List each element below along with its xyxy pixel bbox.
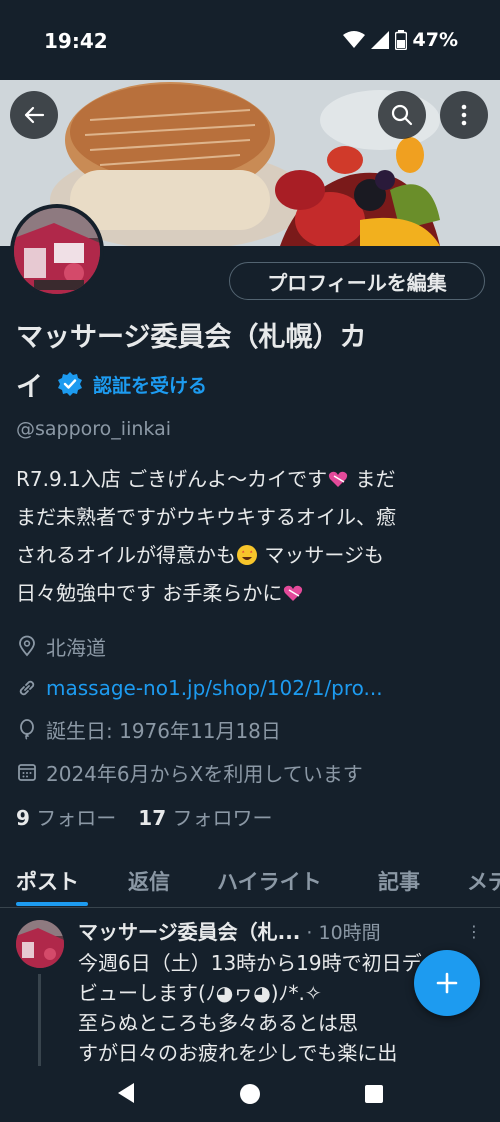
plus-icon (436, 972, 458, 994)
tab-posts[interactable]: ポスト (16, 866, 79, 896)
tab-replies[interactable]: 返信 (128, 866, 170, 896)
joined-row: 2024年6月からXを利用しています (16, 755, 363, 789)
search-icon (391, 104, 413, 126)
nav-back-icon[interactable] (116, 1082, 136, 1104)
following-count: 9 (16, 806, 30, 830)
star-struck-icon (237, 545, 257, 565)
status-time: 19:42 (44, 29, 108, 53)
bio-line-2: まだ未熟者ですがウキウキするオイル、癒 (16, 505, 396, 529)
following-link[interactable]: 9 フォロー (16, 802, 116, 831)
post-more-icon[interactable]: ⋮ (466, 922, 482, 941)
location-text: 北海道 (46, 635, 106, 660)
wifi-icon (342, 31, 365, 48)
website-link[interactable]: massage-no1.jp/shop/102/1/pro... (46, 676, 383, 700)
active-tab-indicator (16, 902, 88, 906)
bio-line-4: 日々勉強中です お手柔らかに (16, 581, 283, 605)
verified-badge-icon (58, 372, 82, 396)
bio-line-3b: マッサージも (258, 543, 384, 567)
arrow-left-icon (24, 106, 45, 124)
signal-icon (370, 31, 389, 49)
birthday-row: 誕生日: 1976年11月18日 (16, 712, 281, 746)
edit-profile-button[interactable]: プロフィールを編集 (229, 262, 485, 300)
calendar-icon (18, 764, 36, 781)
birthday-text: 誕生日: 1976年11月18日 (46, 718, 281, 743)
nav-home-icon[interactable] (240, 1084, 260, 1104)
more-vertical-icon (461, 104, 467, 126)
joined-text: 2024年6月からXを利用しています (46, 761, 363, 786)
post-header: マッサージ委員会（札... · 10時間 (78, 916, 458, 945)
sparkling-hearts-icon (284, 585, 303, 601)
bio-line-1: R7.9.1入店 ごきげんよ〜カイです (16, 467, 328, 491)
post-author[interactable]: マッサージ委員会（札... (78, 916, 300, 945)
profile-name-cont: イ (16, 371, 43, 403)
link-icon (19, 680, 35, 696)
followers-count: 17 (138, 806, 167, 830)
followers-label: フォロワー (172, 806, 273, 830)
profile-tabs: ポスト 返信 ハイライト 記事 メデ (0, 856, 500, 908)
verify-row: イ 認証を受ける (16, 364, 207, 404)
website-row: massage-no1.jp/shop/102/1/pro... (16, 671, 383, 705)
sparkling-hearts-icon (329, 471, 348, 487)
compose-button[interactable] (414, 950, 480, 1016)
profile-name: マッサージ委員会（札幌）カ (16, 322, 367, 353)
search-button[interactable] (378, 91, 426, 139)
back-button[interactable] (10, 91, 58, 139)
system-nav-bar (0, 1066, 500, 1122)
bio-line-3: されるオイルが得意かも (16, 543, 236, 567)
more-button[interactable] (440, 91, 488, 139)
nav-recents-icon[interactable] (365, 1085, 383, 1103)
post-time: · 10時間 (306, 922, 381, 944)
profile-avatar[interactable] (10, 204, 104, 298)
follow-stats: 9 フォロー 17 フォロワー (16, 802, 272, 831)
tab-articles[interactable]: 記事 (378, 866, 420, 896)
status-bar: 19:42 47% (0, 0, 500, 80)
followers-link[interactable]: 17 フォロワー (138, 802, 272, 831)
balloon-icon (20, 719, 34, 740)
battery-icon (394, 30, 407, 50)
tab-highlights[interactable]: ハイライト (217, 866, 322, 896)
post-avatar[interactable] (16, 920, 64, 968)
following-label: フォロー (36, 806, 117, 830)
status-icons: 47% (342, 29, 458, 51)
location-row: 北海道 (16, 629, 106, 663)
location-pin-icon (19, 635, 35, 657)
battery-percent: 47% (412, 29, 458, 51)
bio-line-1b: まだ (349, 467, 396, 491)
get-verified-link[interactable]: 認証を受ける (93, 371, 207, 398)
thread-line (38, 974, 41, 1070)
profile-bio: R7.9.1入店 ごきげんよ〜カイです まだ まだ未熟者ですがウキウキするオイル… (16, 460, 486, 612)
profile-handle: @sapporo_iinkai (16, 418, 171, 440)
tab-media[interactable]: メデ (467, 866, 500, 896)
